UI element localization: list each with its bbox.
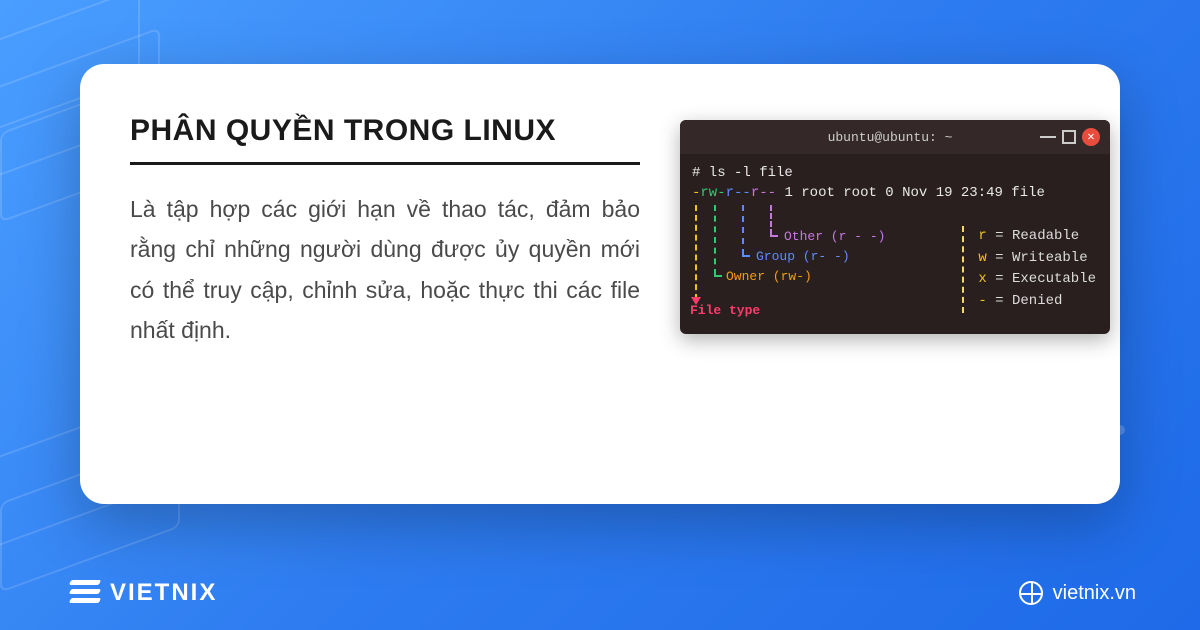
brand-name: VIETNIX bbox=[110, 579, 217, 607]
legend-key-w: w bbox=[978, 250, 986, 266]
brand-logo-block: VIETNIX bbox=[70, 579, 217, 607]
maximize-icon[interactable] bbox=[1062, 130, 1076, 144]
globe-icon bbox=[1019, 581, 1043, 605]
legend-val-x: Executable bbox=[1012, 271, 1096, 287]
terminal-title: ubuntu@ubuntu: ~ bbox=[740, 130, 1040, 145]
label-owner: Owner (rw-) bbox=[726, 268, 812, 286]
minimize-icon[interactable] bbox=[1040, 136, 1056, 138]
perm-owner: rw- bbox=[700, 185, 725, 201]
card-description: Là tập hợp các giới hạn về thao tác, đảm… bbox=[130, 189, 640, 350]
label-filetype: File type bbox=[690, 302, 760, 320]
legend-key-dash: - bbox=[978, 293, 986, 309]
legend-val-dash: Denied bbox=[1012, 293, 1062, 309]
terminal-titlebar: ubuntu@ubuntu: ~ ✕ bbox=[680, 120, 1110, 154]
legend-key-x: x bbox=[978, 271, 986, 287]
permission-legend: r = Readable w = Writeable x = Executabl… bbox=[962, 226, 1096, 313]
logo-icon bbox=[70, 580, 100, 606]
site-url-text: vietnix.vn bbox=[1053, 582, 1136, 605]
card-title: PHÂN QUYỀN TRONG LINUX bbox=[130, 114, 640, 165]
label-group: Group (r- -) bbox=[756, 248, 850, 266]
file-metadata: 1 root root 0 Nov 19 23:49 file bbox=[776, 185, 1045, 201]
legend-val-w: Writeable bbox=[1012, 250, 1088, 266]
site-link[interactable]: vietnix.vn bbox=[1019, 581, 1136, 605]
perm-group: r-- bbox=[726, 185, 751, 201]
terminal-column: ubuntu@ubuntu: ~ ✕ # ls -l file -rw-r--r… bbox=[680, 114, 1110, 454]
legend-key-r: r bbox=[978, 228, 986, 244]
terminal-window: ubuntu@ubuntu: ~ ✕ # ls -l file -rw-r--r… bbox=[680, 120, 1110, 334]
terminal-command: # ls -l file bbox=[692, 164, 1098, 184]
terminal-body: # ls -l file -rw-r--r-- 1 root root 0 No… bbox=[680, 154, 1110, 334]
footer: VIETNIX vietnix.vn bbox=[0, 556, 1200, 630]
perm-other: r-- bbox=[751, 185, 776, 201]
label-other: Other (r - -) bbox=[784, 228, 885, 246]
legend-val-r: Readable bbox=[1012, 228, 1079, 244]
content-card: PHÂN QUYỀN TRONG LINUX Là tập hợp các gi… bbox=[80, 64, 1120, 504]
terminal-output-line: -rw-r--r-- 1 root root 0 Nov 19 23:49 fi… bbox=[692, 184, 1098, 204]
close-icon[interactable]: ✕ bbox=[1082, 128, 1100, 146]
text-column: PHÂN QUYỀN TRONG LINUX Là tập hợp các gi… bbox=[130, 114, 640, 454]
